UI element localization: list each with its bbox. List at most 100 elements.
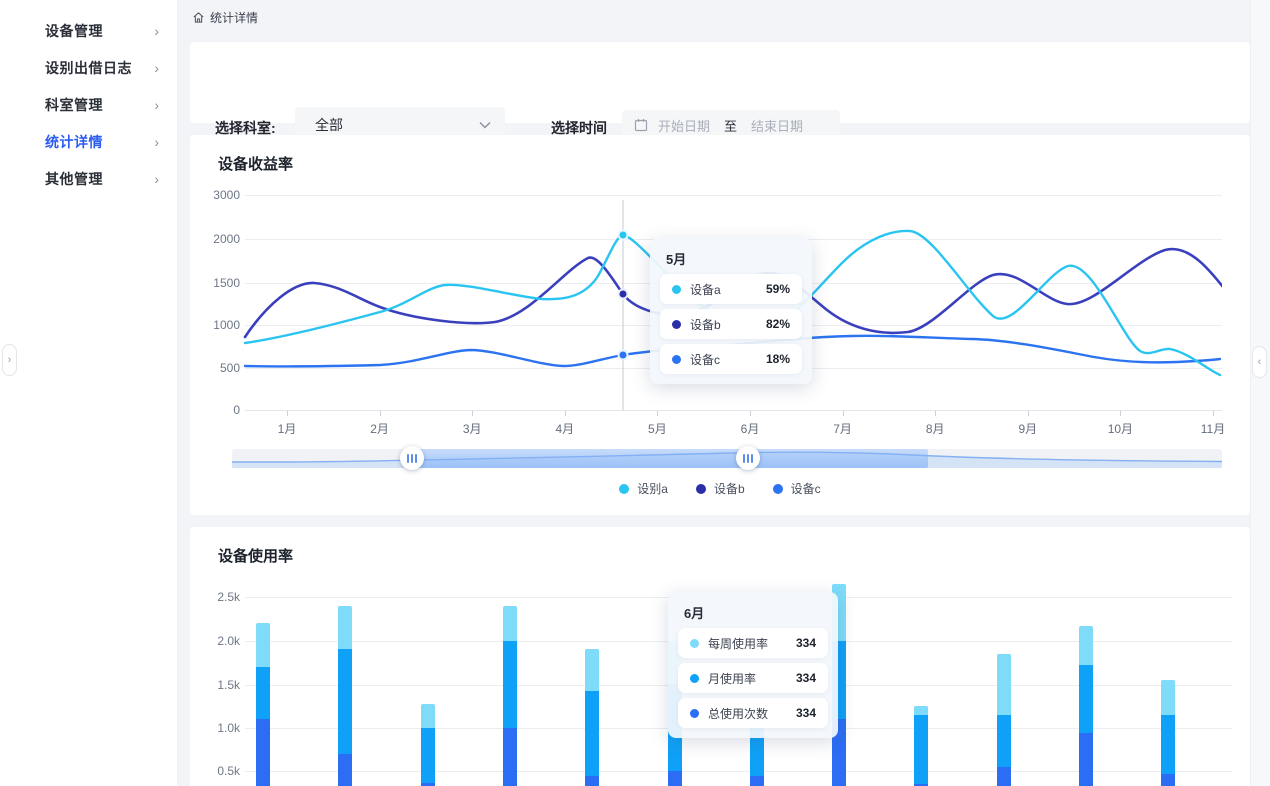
bar-segment-每周使用率 (585, 649, 599, 691)
bar-segment-月使用率 (585, 691, 599, 776)
bar-9月 (914, 706, 928, 786)
series-dot-icon (672, 285, 681, 294)
revenue-chart-title: 设备收益率 (218, 153, 293, 174)
series-dot-icon (690, 709, 699, 718)
sidebar-item-label: 设备管理 (45, 21, 154, 41)
hover-dot-b (619, 290, 628, 299)
chevron-right-icon: › (154, 134, 159, 150)
series-dot-icon (672, 355, 681, 364)
datazoom-sparkline (232, 449, 1222, 468)
bar-segment-总使用次数 (256, 719, 270, 786)
sidebar-item-label: 其他管理 (45, 169, 154, 189)
bar-segment-总使用次数 (750, 776, 764, 786)
tooltip-series-value: 59% (766, 282, 790, 296)
bar-12月 (1161, 680, 1175, 786)
sidebar-item-label: 统计详情 (45, 132, 154, 152)
date-range-separator: 至 (724, 116, 737, 135)
tooltip-series-label: 设备b (690, 316, 766, 333)
bar-segment-每周使用率 (1161, 680, 1175, 715)
legend-label: 设备b (714, 480, 745, 497)
bar-segment-每周使用率 (338, 606, 352, 650)
tooltip-series-value: 334 (796, 636, 816, 650)
chevron-down-icon (479, 121, 491, 129)
bar-11月 (1079, 626, 1093, 786)
tooltip-series-value: 334 (796, 706, 816, 720)
bar-segment-每周使用率 (914, 706, 928, 715)
sidebar: 设备管理›设别出借日志›科室管理›统计详情›其他管理› (0, 0, 178, 786)
calendar-icon (634, 118, 648, 132)
hover-dot-a (619, 231, 628, 240)
tooltip-row: 设备b82% (660, 309, 802, 339)
legend-item[interactable]: 设备c (773, 480, 821, 497)
date-start-input[interactable]: 开始日期 (658, 116, 710, 135)
home-icon (192, 11, 205, 24)
tooltip-row: 总使用次数334 (678, 698, 828, 728)
tooltip-series-value: 18% (766, 352, 790, 366)
bar-segment-总使用次数 (503, 728, 517, 786)
tooltip-row: 设备c18% (660, 344, 802, 374)
legend-item[interactable]: 设别a (619, 480, 668, 497)
sidebar-item[interactable]: 设别出借日志› (0, 49, 177, 86)
tooltip-series-value: 82% (766, 317, 790, 331)
datazoom-track[interactable] (232, 449, 1222, 468)
chevron-right-icon: › (154, 171, 159, 187)
bar-segment-月使用率 (256, 667, 270, 719)
bar-segment-总使用次数 (338, 754, 352, 786)
bar-segment-总使用次数 (1161, 774, 1175, 786)
bar-segment-总使用次数 (585, 776, 599, 786)
bar-segment-月使用率 (1079, 665, 1093, 733)
date-end-input[interactable]: 结束日期 (751, 116, 803, 135)
datazoom-handle-right[interactable] (736, 446, 760, 470)
series-dot-icon (690, 674, 699, 683)
sidebar-item[interactable]: 科室管理› (0, 86, 177, 123)
bar-segment-总使用次数 (997, 767, 1011, 786)
tooltip-row: 设备a59% (660, 274, 802, 304)
legend-label: 设别a (637, 480, 668, 497)
bar-segment-月使用率 (421, 728, 435, 783)
usage-chart-title: 设备使用率 (218, 545, 293, 566)
legend-dot-icon (619, 484, 629, 494)
legend-label: 设备c (791, 480, 821, 497)
chevron-right-icon: › (154, 97, 159, 113)
legend-item[interactable]: 设备b (696, 480, 745, 497)
bar-10月 (997, 654, 1011, 786)
bar-1月 (256, 623, 270, 786)
bar-segment-月使用率 (1161, 715, 1175, 774)
series-dot-icon (672, 320, 681, 329)
tooltip-title: 6月 (684, 603, 828, 622)
bar-3月 (421, 704, 435, 786)
bar-segment-每周使用率 (421, 704, 435, 728)
bar-segment-每周使用率 (1079, 626, 1093, 665)
bar-segment-月使用率 (997, 715, 1011, 767)
bar-4月 (503, 606, 517, 786)
right-panel-collapse-button[interactable]: ‹ (1252, 346, 1267, 378)
bar-segment-每周使用率 (997, 654, 1011, 715)
y-axis-tick-label: 1.5k (200, 678, 240, 692)
datazoom-handle-left[interactable] (400, 446, 424, 470)
sidebar-item[interactable]: 统计详情› (0, 123, 177, 160)
tooltip-series-label: 设备c (690, 351, 766, 368)
y-axis-tick-label: 1.0k (200, 721, 240, 735)
tooltip-row: 月使用率334 (678, 663, 828, 693)
chevron-right-icon: › (154, 23, 159, 39)
bar-2月 (338, 606, 352, 786)
filter-card: 选择科室: 全部 选择时间 开始日期 至 结束日期 (190, 42, 1250, 123)
breadcrumb: 统计详情 (192, 9, 258, 26)
y-axis-tick-label: 0.5k (200, 764, 240, 778)
sidebar-expand-button[interactable]: › (2, 344, 17, 376)
bar-segment-总使用次数 (668, 771, 682, 786)
y-axis-tick-label: 2.5k (200, 590, 240, 604)
breadcrumb-label: 统计详情 (210, 9, 258, 26)
tooltip-series-label: 设备a (690, 281, 766, 298)
sidebar-item-label: 科室管理 (45, 95, 154, 115)
sidebar-item[interactable]: 设备管理› (0, 12, 177, 49)
bar-segment-月使用率 (503, 641, 517, 728)
right-panel-strip (1250, 0, 1270, 786)
tooltip-row: 每周使用率334 (678, 628, 828, 658)
bar-segment-每周使用率 (256, 623, 270, 667)
sidebar-item[interactable]: 其他管理› (0, 160, 177, 197)
department-select-value: 全部 (315, 115, 479, 135)
usage-tooltip: 6月 每周使用率334 月使用率334 总使用次数334 (668, 592, 838, 738)
sidebar-item-label: 设别出借日志 (45, 58, 154, 78)
revenue-tooltip: 5月 设备a59%设备b82%设备c18% (650, 238, 812, 384)
